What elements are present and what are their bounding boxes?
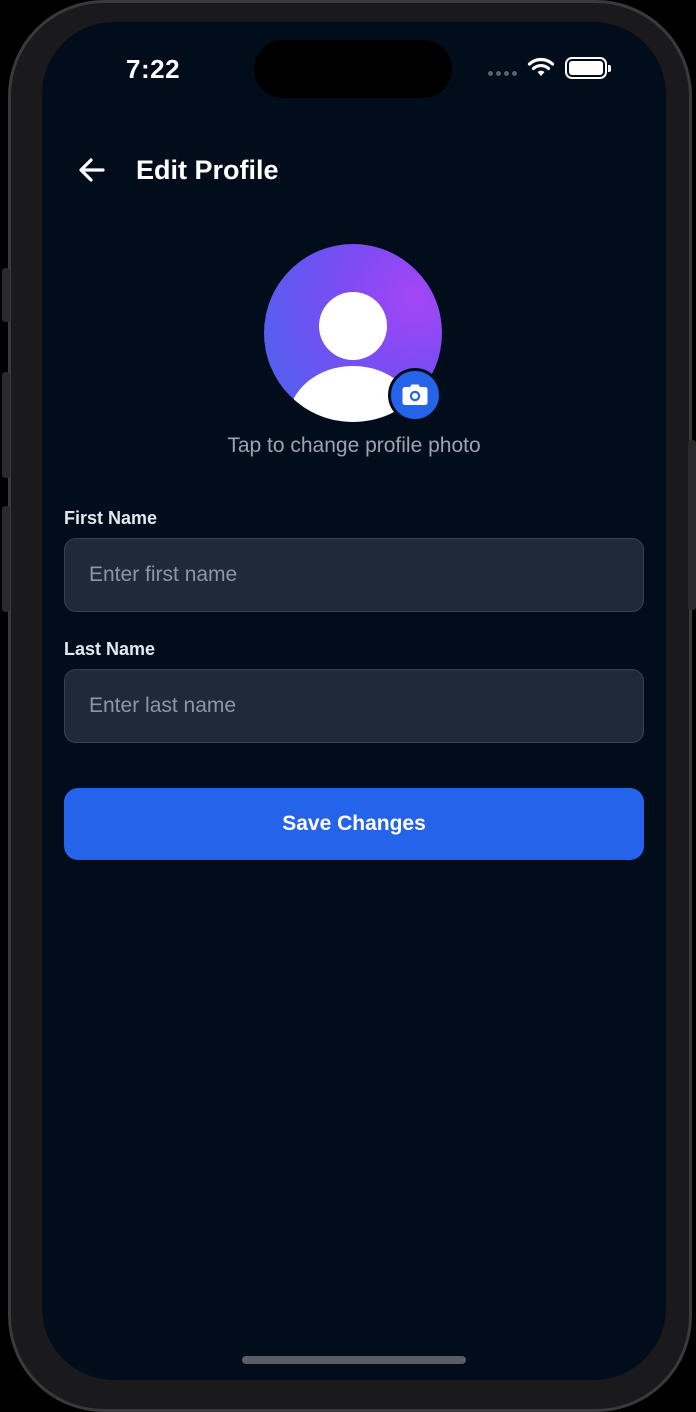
change-photo-button[interactable] [388, 368, 442, 422]
back-button[interactable] [76, 150, 116, 190]
camera-icon [402, 384, 428, 405]
battery-icon [565, 57, 611, 79]
profile-photo[interactable] [264, 244, 444, 424]
last-name-input[interactable] [64, 669, 644, 743]
volume-down-button [2, 506, 10, 612]
dynamic-island [254, 40, 452, 98]
header: Edit Profile [76, 148, 279, 192]
status-time: 7:22 [126, 54, 181, 84]
app-screen: 7:22 Edit Profile Tap to change profile … [42, 22, 666, 1380]
photo-hint: Tap to change profile photo [227, 434, 481, 457]
silent-switch [2, 268, 10, 322]
first-name-input[interactable] [64, 538, 644, 612]
signal-dots-icon [488, 70, 517, 76]
first-name-label: First Name [64, 508, 158, 528]
page-title: Edit Profile [136, 154, 279, 185]
volume-up-button [2, 372, 10, 478]
status-icons [488, 56, 611, 80]
wifi-icon [527, 57, 555, 76]
arrow-left-icon [79, 158, 105, 182]
save-changes-button[interactable]: Save Changes [64, 788, 644, 860]
power-button [688, 440, 696, 610]
home-indicator[interactable] [242, 1356, 466, 1364]
last-name-label: Last Name [64, 639, 156, 659]
